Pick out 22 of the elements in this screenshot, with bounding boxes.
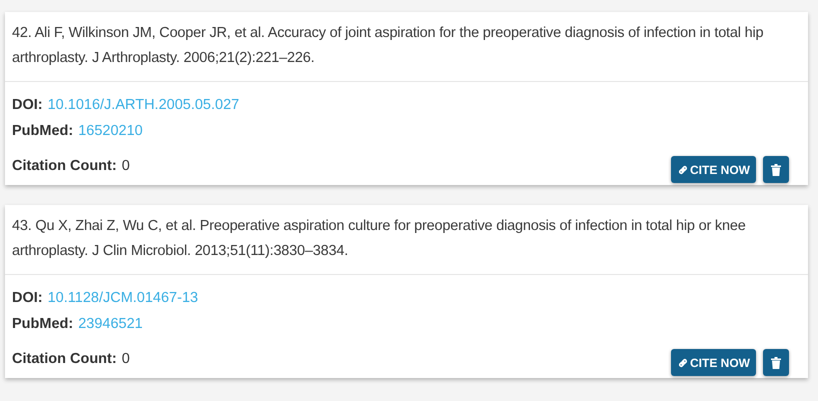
doi-label: DOI:: [12, 289, 43, 308]
pubmed-link[interactable]: 16520210: [78, 118, 143, 144]
pubmed-link[interactable]: 23946521: [78, 311, 143, 337]
link-icon: [677, 164, 689, 176]
citation-count-label: Citation Count:: [12, 350, 117, 368]
doi-label: DOI:: [12, 96, 43, 115]
delete-button[interactable]: [763, 349, 789, 376]
citation-text: 43. Qu X, Zhai Z, Wu C, et al. Preoperative aspiration culture for preoperative diagnosis of infection in total hip or knee arthroplasty. J Clin Microbiol. 2013;51(11):3830–3834.: [12, 217, 747, 261]
cite-now-button[interactable]: CITE NOW: [671, 349, 756, 376]
trash-icon: [771, 164, 781, 176]
trash-icon: [771, 356, 781, 368]
doi-link[interactable]: 10.1128/JCM.01467-13: [48, 285, 198, 311]
delete-button[interactable]: [763, 156, 789, 183]
doi-link[interactable]: 10.1016/J.ARTH.2005.05.027: [48, 92, 240, 118]
cite-now-button[interactable]: CITE NOW: [671, 156, 756, 183]
citation-count-value: 0: [122, 156, 130, 176]
citation-count-value: 0: [122, 350, 130, 368]
citation-text: 42. Ali F, Wilkinson JM, Cooper JR, et al. Accuracy of joint aspiration for the preoperative diagnosis of infection in total hip arthroplasty. J Arthroplasty. 2006;21(2):221–226.: [12, 24, 764, 68]
pubmed-label: PubMed:: [12, 315, 74, 334]
link-icon: [677, 356, 689, 368]
citation-count-label: Citation Count:: [12, 156, 117, 176]
pubmed-label: PubMed:: [12, 122, 74, 141]
